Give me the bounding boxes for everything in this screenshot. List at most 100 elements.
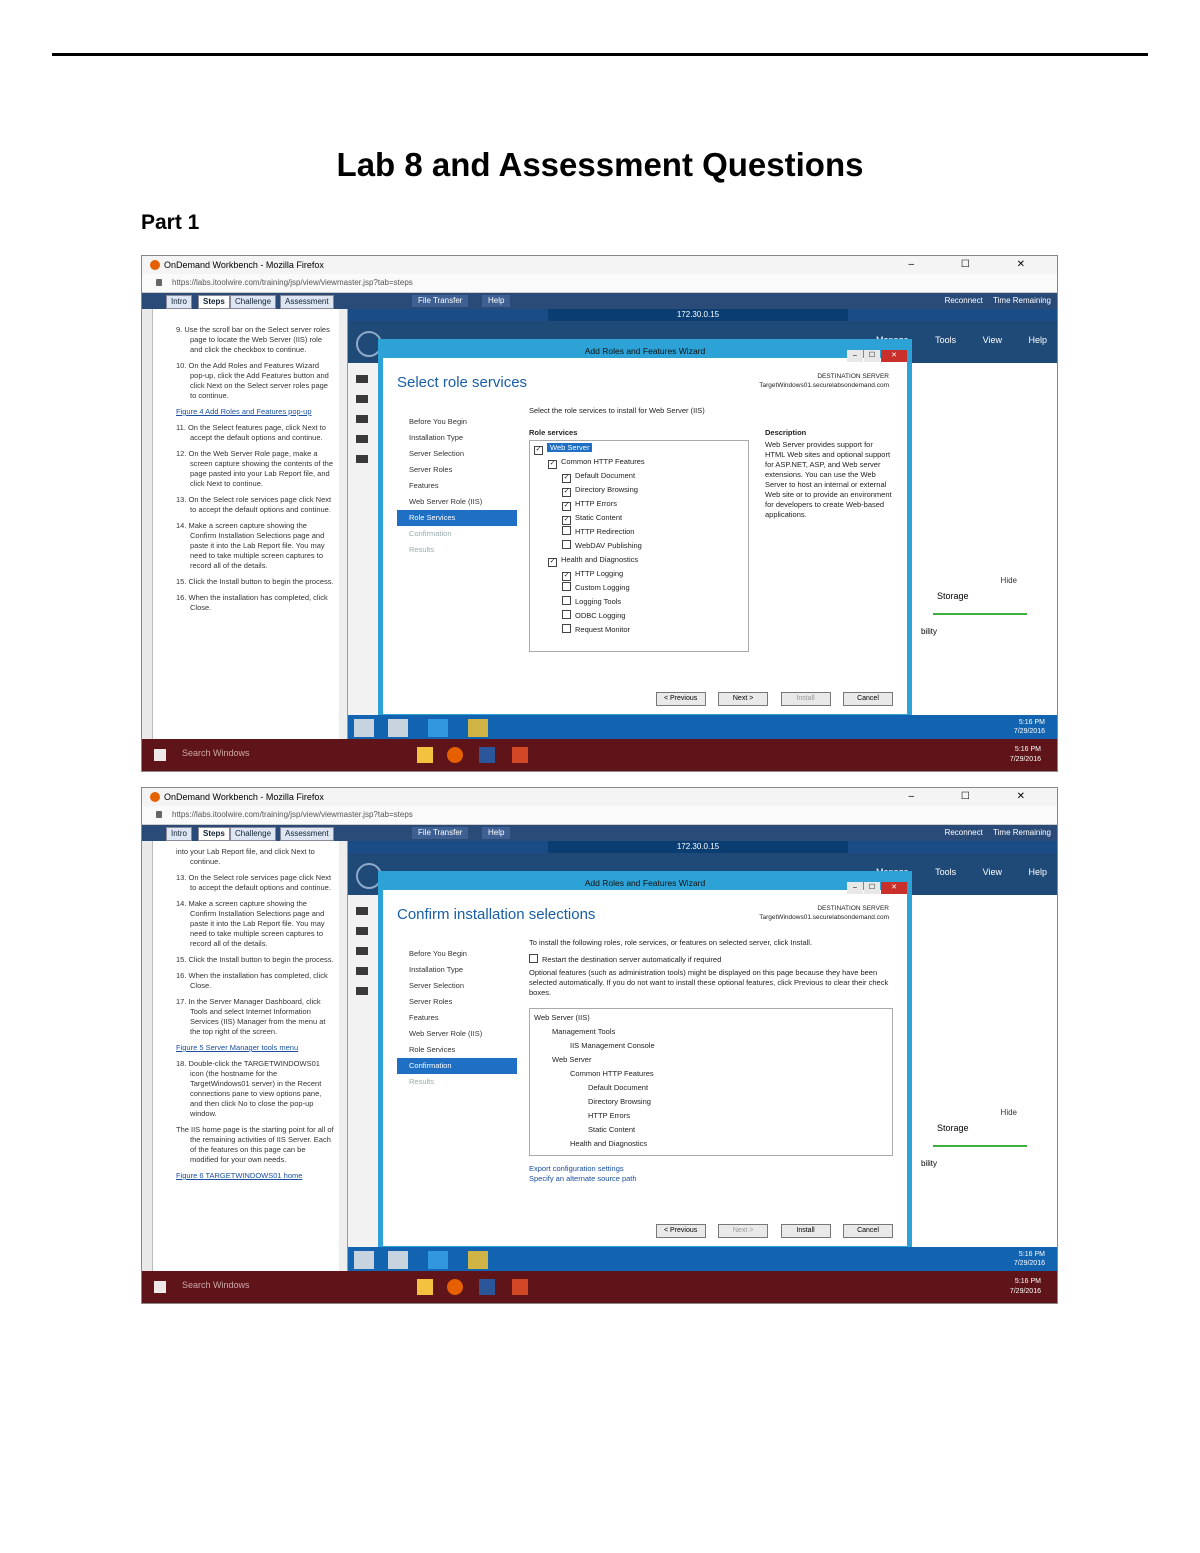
role-service-item[interactable]: ✓ HTTP Errors (530, 497, 748, 511)
role-service-item[interactable]: HTTP Redirection (530, 525, 748, 539)
checked-checkbox-icon[interactable]: ✓ (562, 572, 571, 581)
menu-tools[interactable]: Tools (935, 335, 956, 345)
tab-steps[interactable]: Steps (198, 295, 230, 309)
iis-icon[interactable] (356, 455, 368, 463)
figure-link[interactable]: Figure 5 Server Manager tools menu (142, 1043, 335, 1053)
hide-link[interactable]: Hide (1001, 576, 1017, 585)
checked-checkbox-icon[interactable]: ✓ (534, 446, 543, 455)
storage-tile[interactable]: Storage (933, 1123, 1027, 1147)
wizard-nav-item[interactable]: Web Server Role (IIS) (397, 494, 517, 510)
wizard-nav-item[interactable]: Results (397, 1074, 517, 1090)
search-box[interactable]: Search Windows (182, 748, 250, 758)
firefox-taskbar-icon[interactable] (447, 747, 463, 763)
storage-tile[interactable]: Storage (933, 591, 1027, 615)
wizard-nav-item[interactable]: Server Selection (397, 446, 517, 462)
unchecked-checkbox-icon[interactable] (562, 582, 571, 591)
file-transfer-button[interactable]: File Transfer (412, 295, 469, 307)
next-button[interactable]: Next > (718, 1224, 769, 1238)
wizard-nav-item[interactable]: Role Services (397, 510, 517, 526)
wizard-nav-item[interactable]: Confirmation (397, 526, 517, 542)
url-text[interactable]: https://labs.itoolwire.com/training/jsp/… (172, 806, 413, 824)
tab-challenge[interactable]: Challenge (230, 827, 277, 841)
wizard-nav-item[interactable]: Before You Begin (397, 414, 517, 430)
window-controls[interactable]: – ☐ ✕ (909, 788, 1047, 806)
wizard-nav-item[interactable]: Before You Begin (397, 946, 517, 962)
tab-assessment[interactable]: Assessment (280, 827, 334, 841)
tab-steps[interactable]: Steps (198, 827, 230, 841)
role-service-item[interactable]: ✓ Web Server (530, 441, 748, 455)
steps-scrollbar[interactable] (339, 309, 347, 741)
server-manager-icon[interactable] (388, 719, 408, 737)
windows-logo-icon[interactable] (154, 1281, 166, 1293)
cancel-button[interactable]: Cancel (843, 692, 893, 706)
help-button[interactable]: Help (482, 827, 511, 839)
unchecked-checkbox-icon[interactable] (562, 610, 571, 619)
unchecked-checkbox-icon[interactable] (562, 526, 571, 535)
figure-link[interactable]: Figure 6 TARGETWINDOWS01 home (142, 1171, 335, 1181)
tab-intro[interactable]: Intro (166, 827, 193, 841)
file-transfer-button[interactable]: File Transfer (412, 827, 469, 839)
folder-icon[interactable] (468, 1251, 488, 1269)
wizard-nav-item[interactable]: Features (397, 478, 517, 494)
unchecked-checkbox-icon[interactable] (562, 596, 571, 605)
folder-icon[interactable] (468, 719, 488, 737)
role-service-item[interactable]: ✓ Common HTTP Features (530, 455, 748, 469)
export-config-link[interactable]: Export configuration settings (529, 1164, 624, 1173)
remote-connection-bar[interactable]: 172.30.0.15 (548, 309, 848, 321)
previous-button[interactable]: < Previous (655, 692, 706, 706)
wizard-nav-item[interactable]: Server Selection (397, 978, 517, 994)
checked-checkbox-icon[interactable]: ✓ (562, 488, 571, 497)
restart-checkbox[interactable] (529, 954, 538, 963)
wizard-nav-item[interactable]: Features (397, 1010, 517, 1026)
dashboard-icon[interactable] (356, 907, 368, 915)
file-storage-icon[interactable] (356, 967, 368, 975)
firefox-taskbar-icon[interactable] (447, 1279, 463, 1295)
tab-assessment[interactable]: Assessment (280, 295, 334, 309)
menu-help[interactable]: Help (1028, 335, 1047, 345)
server-manager-icon[interactable] (388, 1251, 408, 1269)
tab-challenge[interactable]: Challenge (230, 295, 277, 309)
powershell-icon[interactable] (428, 719, 448, 737)
checked-checkbox-icon[interactable]: ✓ (562, 474, 571, 483)
hide-link[interactable]: Hide (1001, 1108, 1017, 1117)
wizard-nav-item[interactable]: Server Roles (397, 994, 517, 1010)
role-service-item[interactable]: ✓ Directory Browsing (530, 483, 748, 497)
role-service-item[interactable]: ✓ Static Content (530, 511, 748, 525)
all-servers-icon[interactable] (356, 415, 368, 423)
role-services-tree[interactable]: ✓ Web Server ✓ Common HTTP Features ✓ Default… (529, 440, 749, 652)
menu-view[interactable]: View (983, 867, 1002, 877)
unchecked-checkbox-icon[interactable] (562, 624, 571, 633)
role-service-item[interactable]: ODBC Logging (530, 609, 748, 623)
previous-button[interactable]: < Previous (655, 1224, 706, 1238)
role-service-item[interactable]: Logging Tools (530, 595, 748, 609)
iis-icon[interactable] (356, 987, 368, 995)
install-button[interactable]: Install (780, 692, 831, 706)
all-servers-icon[interactable] (356, 947, 368, 955)
local-server-icon[interactable] (356, 927, 368, 935)
file-explorer-icon[interactable] (417, 747, 433, 763)
checked-checkbox-icon[interactable]: ✓ (562, 516, 571, 525)
menu-tools[interactable]: Tools (935, 867, 956, 877)
role-service-item[interactable]: ✓ Health and Diagnostics (530, 553, 748, 567)
role-service-item[interactable]: ✓ Default Document (530, 469, 748, 483)
url-text[interactable]: https://labs.itoolwire.com/training/jsp/… (172, 274, 413, 292)
reconnect-button[interactable]: Reconnect (945, 296, 983, 305)
dashboard-icon[interactable] (356, 375, 368, 383)
checked-checkbox-icon[interactable]: ✓ (548, 558, 557, 567)
search-box[interactable]: Search Windows (182, 1280, 250, 1290)
tab-intro[interactable]: Intro (166, 295, 193, 309)
wizard-nav-item[interactable]: Confirmation (397, 1058, 517, 1074)
wizard-nav-item[interactable]: Results (397, 542, 517, 558)
file-storage-icon[interactable] (356, 435, 368, 443)
url-bar[interactable]: https://labs.itoolwire.com/training/jsp/… (142, 274, 1057, 293)
wizard-nav-item[interactable]: Installation Type (397, 430, 517, 446)
reconnect-button[interactable]: Reconnect (945, 828, 983, 837)
unchecked-checkbox-icon[interactable] (562, 540, 571, 549)
maximize-button[interactable]: ☐ (864, 882, 880, 894)
next-button[interactable]: Next > (718, 692, 769, 706)
window-controls[interactable]: – ☐ ✕ (909, 256, 1047, 274)
checked-checkbox-icon[interactable]: ✓ (548, 460, 557, 469)
minimize-button[interactable]: – (847, 882, 863, 894)
windows-logo-icon[interactable] (154, 749, 166, 761)
cancel-button[interactable]: Cancel (843, 1224, 893, 1238)
